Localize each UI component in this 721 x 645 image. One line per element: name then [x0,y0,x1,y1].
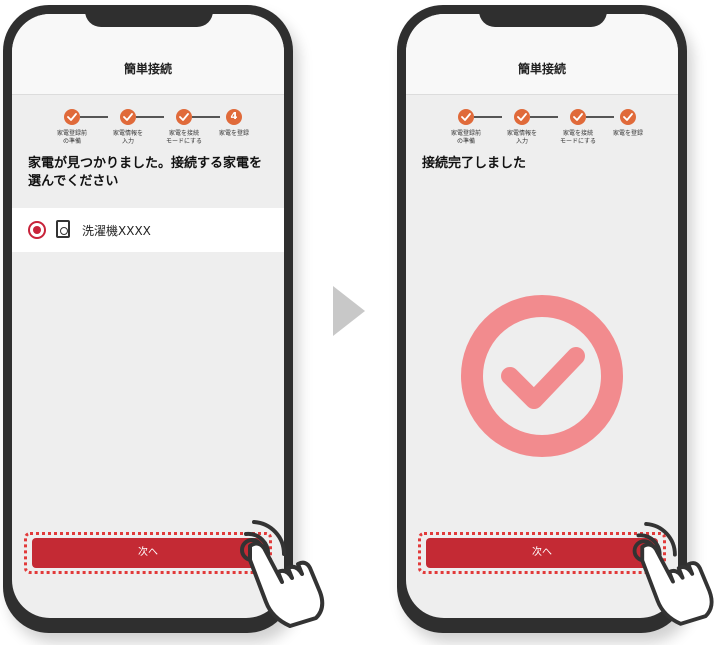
step-label: 家電を登録 [218,130,249,137]
step-connector [192,116,220,118]
step-label: 家電情報を 入力 [506,130,537,145]
step-connector [586,116,614,118]
step-connector [80,116,108,118]
step-1-check-icon [458,109,474,125]
step-connector [136,116,164,118]
progress-stepper: 家電登録前 の準備 家電情報を 入力 家電を接続 モードにする 家電を登録 [406,106,678,146]
check-circle-icon [461,295,623,457]
step-4-check-icon [620,109,636,125]
step-label: 家電登録前 の準備 [56,130,87,145]
step-connector [474,116,502,118]
completion-text: 接続完了しました [422,156,527,171]
washing-machine-icon [56,220,70,238]
progress-stepper: 4 家電登録前 の準備 家電情報を 入力 家電を接続 モードにする 家電を登録 [12,106,284,146]
tap-hand-icon [240,520,325,628]
step-connector [530,116,558,118]
page-title: 簡単接続 [517,62,566,76]
arrow-right-icon [333,286,365,336]
radio-selected-dot [33,226,41,234]
step-number: 4 [230,111,238,122]
step-3-check-icon [176,109,192,125]
step-2-check-icon [120,109,136,125]
step-label: 家電情報を 入力 [112,130,143,145]
step-label: 家電登録前 の準備 [450,130,481,145]
step-label: 家電を登録 [612,130,643,137]
step-3-check-icon [570,109,586,125]
step-1-check-icon [64,109,80,125]
device-list-item[interactable]: 洗濯機XXXX [12,208,284,252]
device-radio[interactable] [28,221,46,239]
device-name: 洗濯機XXXX [82,224,151,238]
page-title: 簡単接続 [123,62,172,76]
step-2-check-icon [514,109,530,125]
tap-hand-icon [632,522,714,626]
phone-notch [479,5,607,27]
phone-notch [85,5,213,27]
instruction-text: 家電が見つかりました。接続する家電を選んでください [28,156,263,189]
step-4-current: 4 [226,109,242,125]
